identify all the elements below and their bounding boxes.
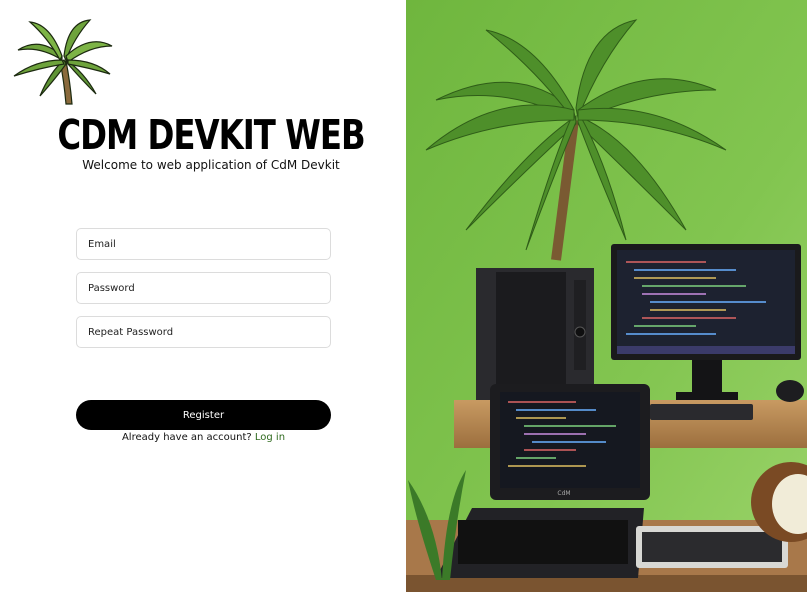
register-button[interactable]: Register [76,400,331,430]
page-subtitle: Welcome to web application of CdM Devkit [82,158,340,172]
laptop-brand-label: CdM [557,490,570,497]
login-link[interactable]: Log in [255,432,285,443]
hero-illustration-image: CdM [406,0,807,592]
keyboard-icon [650,404,753,420]
palm-tree-logo-icon [13,19,113,105]
hero-illustration: CdM [406,0,807,592]
repeat-password-field[interactable] [76,316,331,348]
login-prompt-line: Already have an account? Log in [76,432,331,443]
page-title: CDM DEVKIT WEB [57,112,365,160]
mouse-icon [776,380,804,402]
login-prompt-text: Already have an account? [121,432,252,443]
email-field[interactable] [76,228,331,260]
register-panel: CDM DEVKIT WEB Welcome to web applicatio… [0,0,406,592]
computer-tower-icon [476,268,594,400]
password-field[interactable] [76,272,331,304]
